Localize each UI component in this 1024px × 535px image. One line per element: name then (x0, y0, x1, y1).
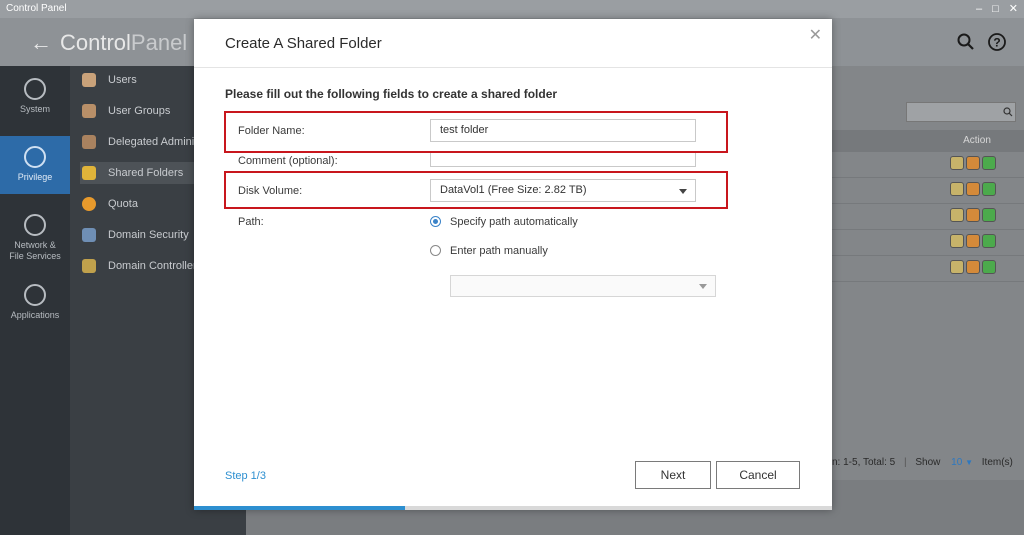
cancel-button[interactable]: Cancel (716, 461, 800, 489)
row-actions (950, 260, 996, 274)
next-button[interactable]: Next (635, 461, 711, 489)
comment-input[interactable] (430, 151, 696, 167)
close-window-icon[interactable]: ✕ (1009, 0, 1018, 18)
row-actions (950, 208, 996, 222)
search-icon (1003, 107, 1013, 117)
back-arrow-icon[interactable]: ← (30, 30, 52, 56)
permission-icon[interactable] (966, 208, 980, 222)
row-actions (950, 234, 996, 248)
pagination-footer: n: 1-5, Total: 5 | Show 10 ▼ Item(s) (832, 457, 1013, 468)
folder-name-highlight (224, 111, 728, 153)
domain-security-icon (82, 228, 96, 242)
chevron-down-icon (699, 284, 707, 289)
edit-icon[interactable] (950, 156, 964, 170)
dialog-header-divider (194, 67, 832, 68)
window-titlebar: Control Panel – □ ✕ (0, 0, 1024, 18)
folder-icon (82, 166, 96, 180)
left-rail: System Privilege Network & File Services… (0, 66, 70, 535)
quota-icon (82, 197, 96, 211)
refresh-icon[interactable] (982, 182, 996, 196)
chevron-down-icon[interactable]: ▼ (965, 458, 973, 467)
edit-icon[interactable] (950, 234, 964, 248)
search-icon[interactable] (956, 32, 976, 52)
row-actions (950, 156, 996, 170)
window-controls: – □ ✕ (976, 0, 1018, 18)
pagination-range: n: 1-5, Total: 5 (832, 457, 896, 468)
gear-icon (24, 78, 46, 100)
path-auto-label: Specify path automatically (450, 216, 578, 228)
domain-controller-icon (82, 259, 96, 273)
manual-path-select[interactable] (450, 275, 716, 297)
refresh-icon[interactable] (982, 234, 996, 248)
user-group-icon (82, 104, 96, 118)
grid-icon (24, 284, 46, 306)
globe-icon (24, 214, 46, 236)
refresh-icon[interactable] (982, 208, 996, 222)
permission-icon[interactable] (966, 156, 980, 170)
wizard-progress-bar (194, 506, 832, 510)
path-manual-label: Enter path manually (450, 245, 548, 257)
radio-unselected-icon (430, 245, 441, 256)
user-icon (82, 73, 96, 87)
help-icon[interactable]: ? (987, 32, 1007, 52)
radio-selected-icon (430, 216, 441, 227)
window-title: Control Panel (6, 3, 67, 14)
minimize-icon[interactable]: – (976, 0, 982, 18)
path-manual-radio[interactable]: Enter path manually (430, 245, 548, 257)
rail-item-privilege[interactable]: Privilege (0, 136, 70, 194)
person-icon (24, 146, 46, 168)
action-column-header: Action (963, 135, 991, 146)
app-title: ControlPanel (60, 30, 188, 55)
dialog-intro: Please fill out the following fields to … (225, 87, 558, 101)
comment-label: Comment (optional): (238, 155, 338, 167)
permission-icon[interactable] (966, 260, 980, 274)
rail-item-applications[interactable]: Applications (0, 284, 70, 332)
row-actions (950, 182, 996, 196)
delegated-admin-icon (82, 135, 96, 149)
refresh-icon[interactable] (982, 260, 996, 274)
path-label: Path: (238, 216, 264, 228)
rail-item-network-file-services[interactable]: Network & File Services (0, 214, 70, 268)
rail-item-system[interactable]: System (0, 76, 70, 134)
path-auto-radio[interactable]: Specify path automatically (430, 216, 578, 228)
maximize-icon[interactable]: □ (992, 0, 999, 18)
dialog-title: Create A Shared Folder (225, 35, 382, 52)
create-shared-folder-dialog: Create A Shared Folder ✕ Please fill out… (194, 19, 832, 510)
disk-volume-highlight (224, 171, 728, 209)
page-size-select[interactable]: 10 (951, 457, 962, 468)
step-indicator: Step 1/3 (225, 470, 266, 482)
wizard-progress-fill (194, 506, 405, 510)
close-icon[interactable]: ✕ (809, 25, 822, 45)
content-search-input[interactable] (906, 102, 1016, 122)
permission-icon[interactable] (966, 182, 980, 196)
show-label: Show (915, 457, 941, 468)
edit-icon[interactable] (950, 208, 964, 222)
refresh-icon[interactable] (982, 156, 996, 170)
permission-icon[interactable] (966, 234, 980, 248)
edit-icon[interactable] (950, 182, 964, 196)
edit-icon[interactable] (950, 260, 964, 274)
items-label: Item(s) (981, 457, 1013, 468)
svg-text:?: ? (993, 36, 1000, 50)
